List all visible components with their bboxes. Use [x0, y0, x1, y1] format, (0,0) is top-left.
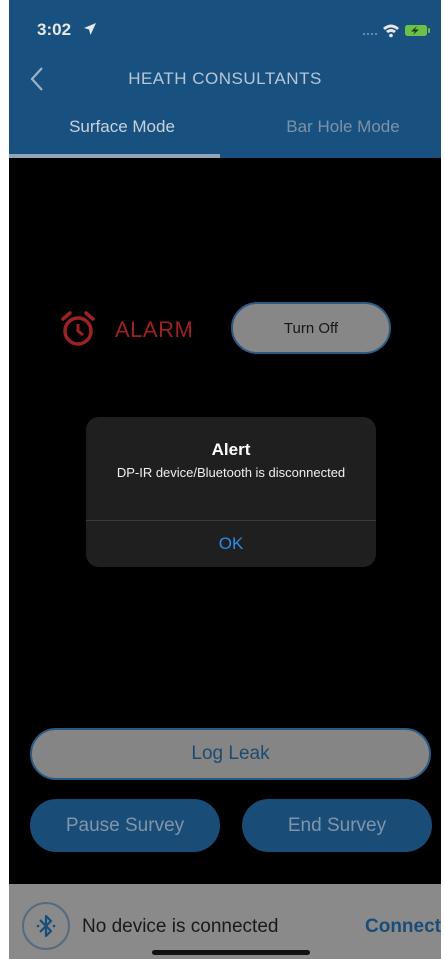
end-survey-button[interactable]: End Survey — [242, 799, 432, 852]
connection-status-text: No device is connected — [82, 916, 279, 937]
status-indicators-icon — [363, 24, 430, 38]
pause-survey-button[interactable]: Pause Survey — [30, 799, 220, 852]
bluetooth-button[interactable] — [22, 902, 70, 950]
status-time: 3:02 — [37, 20, 72, 39]
alarm-label: ALARM — [115, 317, 194, 342]
page-title: HEATH CONSULTANTS — [128, 69, 322, 88]
alert-dialog: Alert DP-IR device/Bluetooth is disconne… — [86, 417, 376, 567]
alert-message: DP-IR device/Bluetooth is disconnected — [116, 465, 346, 480]
connect-button[interactable]: Connect — [365, 916, 441, 938]
log-leak-button[interactable]: Log Leak — [30, 728, 431, 780]
tab-bar-hole-mode[interactable]: Bar Hole Mode — [245, 117, 441, 137]
active-tab-indicator — [9, 154, 220, 158]
turn-off-button[interactable]: Turn Off — [231, 302, 391, 354]
home-indicator — [152, 950, 310, 955]
header: 3:02 HEATH CONSULTANTS Surface Mode Bar … — [9, 0, 441, 158]
bluetooth-icon — [36, 914, 56, 938]
alert-ok-button[interactable]: OK — [86, 521, 376, 567]
alert-title: Alert — [211, 440, 251, 459]
app-screen: 3:02 HEATH CONSULTANTS Surface Mode Bar … — [9, 0, 441, 959]
tab-surface-mode[interactable]: Surface Mode — [23, 117, 221, 137]
alarm-clock-icon — [61, 311, 95, 346]
location-arrow-icon — [84, 23, 96, 35]
bottom-bar: No device is connected Connect — [9, 884, 441, 959]
